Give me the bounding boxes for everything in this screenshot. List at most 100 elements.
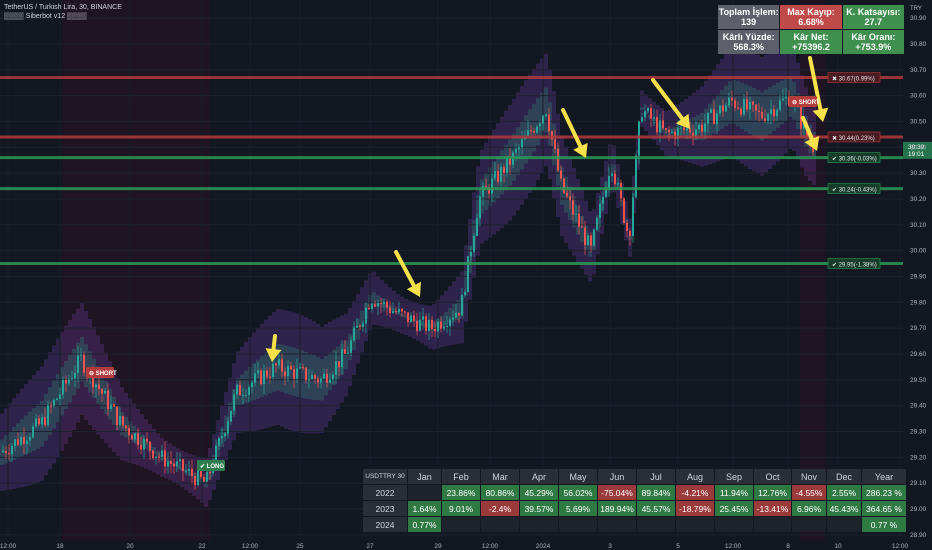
candle-body: [647, 108, 649, 112]
level-label: ✔ 30.36(-0.03%): [832, 157, 877, 163]
candle-body: [536, 126, 538, 133]
perf-cell: -18.79%: [676, 501, 714, 516]
candle-body: [719, 105, 721, 114]
candle-body: [125, 425, 127, 429]
candle-body: [752, 101, 754, 105]
candle-body: [692, 132, 694, 136]
candle-body: [431, 319, 433, 329]
candle-body: [635, 155, 637, 198]
candle-body: [68, 379, 70, 384]
candle-body: [305, 367, 307, 381]
max-loss-label: Max Kayıp:: [787, 7, 835, 17]
perf-cell: 89.84%: [637, 485, 675, 500]
perf-month-header: Jul: [637, 469, 675, 484]
candle-body: [662, 120, 664, 129]
y-tick-label: 30.30: [910, 170, 927, 177]
candle-body: [695, 129, 697, 136]
candle-body: [143, 438, 145, 450]
candle-body: [440, 321, 442, 329]
chart-header: TetherUS / Turkish Lira, 30, BINANCE ▒▒▒…: [4, 3, 122, 21]
candle-body: [638, 121, 640, 156]
candle-body: [758, 110, 760, 112]
candle-body: [302, 367, 304, 369]
perf-cell: [481, 517, 519, 532]
candle-body: [626, 222, 628, 231]
perf-cell: 45.29%: [520, 485, 558, 500]
perf-year-total: 0.77 %: [862, 517, 906, 532]
candle-body: [191, 468, 193, 477]
candle-body: [518, 147, 520, 150]
candle-body: [428, 319, 430, 331]
perf-header-row: USDTTRY 30 Jan Feb Mar Apr May Jun Jul Aug Sep Oct…: [363, 469, 906, 484]
perf-month-header: Jun: [598, 469, 636, 484]
candle-body: [734, 100, 736, 108]
y-tick-label: 30.70: [910, 67, 927, 74]
candle-body: [266, 370, 268, 377]
candle-body: [260, 370, 262, 385]
candle-body: [497, 171, 499, 182]
candle-body: [11, 445, 13, 455]
candle-body: [587, 235, 589, 246]
perf-cell: 56.02%: [559, 485, 597, 500]
band-inner: [356, 318, 360, 340]
candle-body: [74, 372, 76, 379]
candle-body: [20, 436, 22, 445]
x-tick-label: 27: [366, 543, 374, 550]
candle-body: [785, 96, 787, 99]
candle-body: [44, 417, 46, 425]
candle-body: [770, 109, 772, 115]
profit-pct-value: 568.3%: [733, 42, 764, 52]
perf-cell: [827, 517, 861, 532]
perf-cell: 80.86%: [481, 485, 519, 500]
candle-body: [542, 115, 544, 124]
candle-body: [101, 388, 103, 394]
candle-body: [413, 315, 415, 321]
candle-body: [290, 365, 292, 370]
candle-body: [380, 302, 382, 304]
candle-body: [476, 218, 478, 236]
y-tick-label: 30.90: [910, 15, 927, 22]
candle-body: [602, 196, 604, 204]
candle-body: [713, 109, 715, 125]
candle-body: [773, 109, 775, 117]
candle-body: [671, 131, 673, 133]
y-tick-label: 29.30: [910, 428, 927, 435]
candle-body: [593, 229, 595, 246]
candle-body: [506, 156, 508, 174]
candle-body: [83, 354, 85, 373]
candle-body: [641, 117, 643, 122]
band-inner: [756, 90, 760, 139]
candle-body: [401, 308, 403, 312]
candle-body: [575, 213, 577, 215]
candle-body: [98, 384, 100, 389]
candle-body: [116, 406, 118, 425]
perf-cell: 2.55%: [827, 485, 861, 500]
candle-body: [338, 361, 340, 368]
candle-body: [686, 128, 688, 131]
candle-body: [317, 378, 319, 383]
candle-body: [371, 304, 373, 310]
candle-body: [527, 129, 529, 137]
candle-body: [581, 226, 583, 228]
band-inner: [244, 370, 248, 404]
currency-label: TRY: [910, 6, 922, 12]
candle-body: [515, 149, 517, 153]
candle-body: [644, 111, 646, 118]
candle-body: [341, 349, 343, 368]
y-tick-label: 29.00: [910, 506, 927, 513]
candle-body: [425, 316, 427, 331]
candle-body: [41, 417, 43, 425]
candle-body: [434, 328, 436, 332]
band-inner: [544, 87, 548, 133]
candle-body: [746, 99, 748, 110]
perf-cell: -13.41%: [754, 501, 791, 516]
y-tick-label: 30.80: [910, 41, 927, 48]
candle-body: [167, 461, 169, 467]
candle-body: [416, 320, 418, 331]
band-inner: [72, 348, 76, 396]
y-tick-label: 29.70: [910, 325, 927, 332]
candle-body: [353, 327, 355, 341]
total-trades-value: 139: [741, 17, 757, 27]
candle-body: [377, 302, 379, 307]
candle-body: [620, 183, 622, 199]
